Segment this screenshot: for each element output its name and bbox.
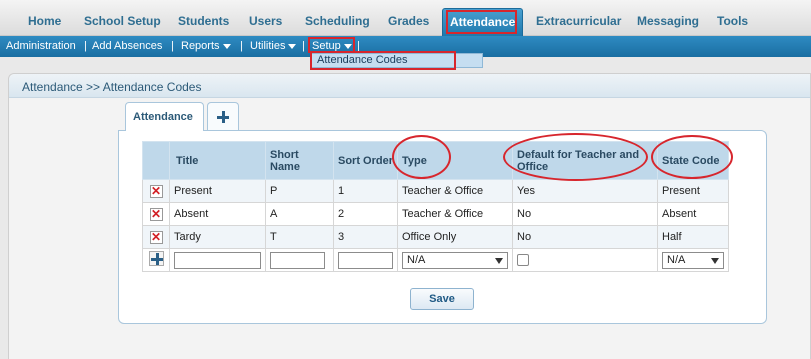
tab-users[interactable]: Users (249, 8, 282, 34)
new-type-select[interactable]: N/A (402, 251, 508, 269)
plus-icon (217, 111, 229, 123)
new-default-checkbox[interactable] (517, 254, 529, 267)
subnav-utilities-label: Utilities (250, 40, 286, 52)
new-type-value: N/A (407, 253, 426, 266)
subnav-reports[interactable]: Reports (181, 36, 231, 57)
delete-cell: ✕ (142, 225, 170, 249)
chevron-down-icon (711, 257, 719, 264)
add-tab-button[interactable] (207, 102, 239, 130)
table-row: ✕ Present P 1 Teacher & Office Yes Prese… (142, 179, 729, 203)
tab-extracurricular[interactable]: Extracurricular (536, 8, 621, 34)
subnav-utilities[interactable]: Utilities (250, 36, 297, 57)
tab-tools[interactable]: Tools (717, 8, 748, 34)
top-nav: Home School Setup Students Users Schedul… (0, 0, 811, 36)
table-row: ✕ Absent A 2 Teacher & Office No Absent (142, 202, 729, 226)
new-sort-order-cell (333, 248, 398, 272)
new-title-cell (169, 248, 266, 272)
new-short-name-cell (265, 248, 334, 272)
header-short-name: Short Name (265, 141, 334, 180)
tab-attendance[interactable]: Attendance (442, 8, 524, 36)
tab-students[interactable]: Students (178, 8, 229, 34)
chevron-down-icon (343, 43, 352, 49)
subnav-administration[interactable]: Administration (6, 36, 76, 57)
tab-messaging[interactable]: Messaging (637, 8, 699, 34)
cell-short-name: P (265, 179, 334, 203)
cell-type: Teacher & Office (397, 179, 513, 203)
new-short-name-input[interactable] (270, 251, 325, 269)
x-icon[interactable]: ✕ (149, 207, 163, 221)
tab-school-setup[interactable]: School Setup (84, 8, 161, 34)
cell-short-name: T (265, 225, 334, 249)
table-row: ✕ Tardy T 3 Office Only No Half (142, 225, 729, 249)
cell-default: No (512, 225, 658, 249)
table-header-row: Title Short Name Sort Order Type Default… (142, 141, 729, 180)
add-row-button[interactable] (148, 251, 164, 266)
cell-sort-order: 2 (333, 202, 398, 226)
new-state-code-select[interactable]: N/A (662, 251, 724, 269)
cell-type: Office Only (397, 225, 513, 249)
cell-state-code: Absent (657, 202, 729, 226)
menu-item-attendance-codes[interactable]: Attendance Codes (317, 54, 408, 67)
new-state-code-value: N/A (667, 253, 686, 266)
new-title-input[interactable] (174, 251, 261, 269)
chevron-down-icon (288, 43, 297, 49)
tab-grades[interactable]: Grades (388, 8, 429, 34)
cell-title: Tardy (169, 225, 266, 249)
header-action (142, 141, 170, 180)
plus-icon (150, 253, 163, 265)
cell-default: Yes (512, 179, 658, 203)
delete-cell: ✕ (142, 202, 170, 226)
x-icon[interactable]: ✕ (149, 184, 163, 198)
tab-attendance-inner[interactable]: Attendance (125, 102, 204, 131)
subnav-separator: | (171, 40, 174, 52)
new-sort-order-input[interactable] (338, 251, 393, 269)
cell-title: Present (169, 179, 266, 203)
tab-home[interactable]: Home (28, 8, 61, 34)
x-icon[interactable]: ✕ (149, 230, 163, 244)
subnav-separator: | (302, 40, 305, 52)
header-default: Default for Teacher and Office (512, 141, 658, 180)
cell-type: Teacher & Office (397, 202, 513, 226)
chevron-down-icon (495, 257, 503, 264)
save-button[interactable]: Save (410, 288, 474, 310)
new-state-code-cell: N/A (657, 248, 729, 272)
breadcrumb: Attendance >> Attendance Codes (22, 80, 202, 94)
header-type: Type (397, 141, 513, 180)
header-sort-order: Sort Order (333, 141, 398, 180)
cell-short-name: A (265, 202, 334, 226)
cell-state-code: Half (657, 225, 729, 249)
subnav-reports-label: Reports (181, 40, 220, 52)
cell-sort-order: 1 (333, 179, 398, 203)
new-row: N/A N/A (142, 248, 729, 272)
tab-scheduling[interactable]: Scheduling (305, 8, 370, 34)
header-title: Title (169, 141, 266, 180)
new-default-cell (512, 248, 658, 272)
subnav-separator: | (84, 40, 87, 52)
subnav-add-absences[interactable]: Add Absences (92, 36, 162, 57)
new-type-cell: N/A (397, 248, 513, 272)
panel-header: Attendance >> Attendance Codes (9, 74, 810, 98)
setup-dropdown: Attendance Codes (310, 53, 483, 68)
subnav-setup-label: Setup (312, 40, 341, 52)
tab-label: Attendance (133, 111, 193, 123)
cell-title: Absent (169, 202, 266, 226)
add-cell (142, 248, 170, 272)
header-state-code: State Code (657, 141, 729, 180)
cell-default: No (512, 202, 658, 226)
subnav-separator: | (240, 40, 243, 52)
attendance-codes-table: Title Short Name Sort Order Type Default… (142, 141, 729, 272)
delete-cell: ✕ (142, 179, 170, 203)
cell-sort-order: 3 (333, 225, 398, 249)
cell-state-code: Present (657, 179, 729, 203)
chevron-down-icon (222, 43, 231, 49)
